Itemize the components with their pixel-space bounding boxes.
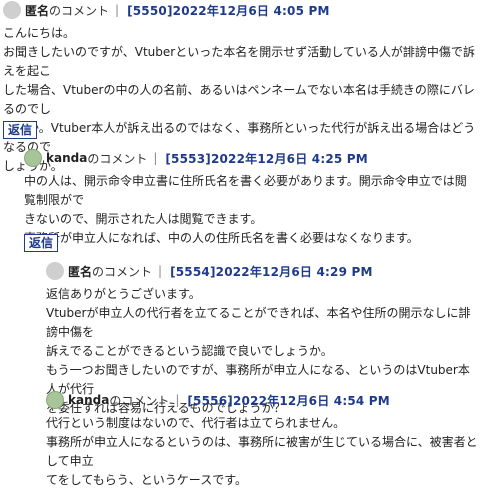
reply-button[interactable]: 返信 bbox=[3, 121, 38, 139]
comment-5553: kanda のコメント | [5553]2022年12月6日 4:25 PM 中… bbox=[24, 148, 478, 248]
comment-line: 返信ありがとうございます。 bbox=[46, 287, 201, 301]
comment-meta: 匿名 のコメント | [5554]2022年12月6日 4:29 PM bbox=[46, 261, 478, 281]
comment-line: 中の人は、開示命令申立書に住所氏名を書く必要があります。開示命令申立では閲覧制限… bbox=[24, 174, 467, 207]
comment-author: 匿名 bbox=[25, 3, 50, 18]
avatar bbox=[24, 149, 42, 167]
avatar bbox=[46, 262, 64, 280]
comment-author-suffix: のコメント bbox=[87, 151, 148, 166]
comment-line: きないので、開示された人は閲覧できます。 bbox=[24, 212, 263, 226]
comment-body: 中の人は、開示命令申立書に住所氏名を書く必要があります。開示命令申立では閲覧制限… bbox=[24, 172, 478, 248]
meta-separator: | bbox=[153, 151, 158, 165]
comment-line: 事務所が申立人になれば、中の人の住所氏名を書く必要はなくなります。 bbox=[24, 231, 419, 245]
comment-line: 訴えでることができるという認識で良いでしょうか。 bbox=[46, 344, 333, 358]
comment-author: kanda bbox=[68, 393, 110, 407]
comment-line: お聞きしたいのですが、Vtuberといった本名を開示せず活動している人が誹謗中傷… bbox=[3, 45, 475, 78]
meta-separator: | bbox=[158, 264, 163, 278]
comment-author: kanda bbox=[46, 151, 88, 165]
comment-author-suffix: のコメント bbox=[109, 393, 170, 408]
comment-line: 代行という制度はないので、代行者は立てられません。 bbox=[46, 416, 346, 430]
comment-author-suffix: のコメント bbox=[92, 264, 153, 279]
comment-permalink[interactable]: [5556]2022年12月6日 4:54 PM bbox=[187, 392, 390, 409]
reply-button[interactable]: 返信 bbox=[24, 234, 59, 252]
avatar bbox=[46, 391, 64, 409]
meta-separator: | bbox=[115, 3, 120, 17]
comment-line: 事務所が申立人になるというのは、事務所に被害が生じている場合に、被害者として申立 bbox=[46, 435, 478, 468]
comment-permalink[interactable]: [5554]2022年12月6日 4:29 PM bbox=[170, 263, 373, 280]
comment-line: Vtuberが申立人の代行者を立てることができれば、本名や住所の開示なしに誹謗中… bbox=[46, 306, 471, 339]
comment-5556: kanda のコメント | [5556]2022年12月6日 4:54 PM 代… bbox=[46, 390, 478, 490]
comment-body: 代行という制度はないので、代行者は立てられません。 事務所が申立人になるというの… bbox=[46, 414, 478, 490]
comment-author: 匿名 bbox=[68, 264, 93, 279]
comment-author-suffix: のコメント bbox=[49, 3, 110, 18]
comment-meta: kanda のコメント | [5556]2022年12月6日 4:54 PM bbox=[46, 390, 478, 410]
comment-meta: 匿名 のコメント | [5550]2022年12月6日 4:05 PM bbox=[3, 0, 479, 20]
comment-permalink[interactable]: [5553]2022年12月6日 4:25 PM bbox=[165, 150, 368, 167]
comment-permalink[interactable]: [5550]2022年12月6日 4:05 PM bbox=[127, 2, 330, 19]
meta-separator: | bbox=[175, 393, 180, 407]
comment-line: した場合、Vtuberの中の人の名前、あるいはペンネームでない本名は手続きの際に… bbox=[3, 83, 475, 116]
comment-line: てをしてもらう、というケースです。 bbox=[46, 473, 248, 487]
comment-meta: kanda のコメント | [5553]2022年12月6日 4:25 PM bbox=[24, 148, 478, 168]
comment-line: こんにちは。 bbox=[3, 26, 76, 40]
avatar bbox=[3, 1, 21, 19]
